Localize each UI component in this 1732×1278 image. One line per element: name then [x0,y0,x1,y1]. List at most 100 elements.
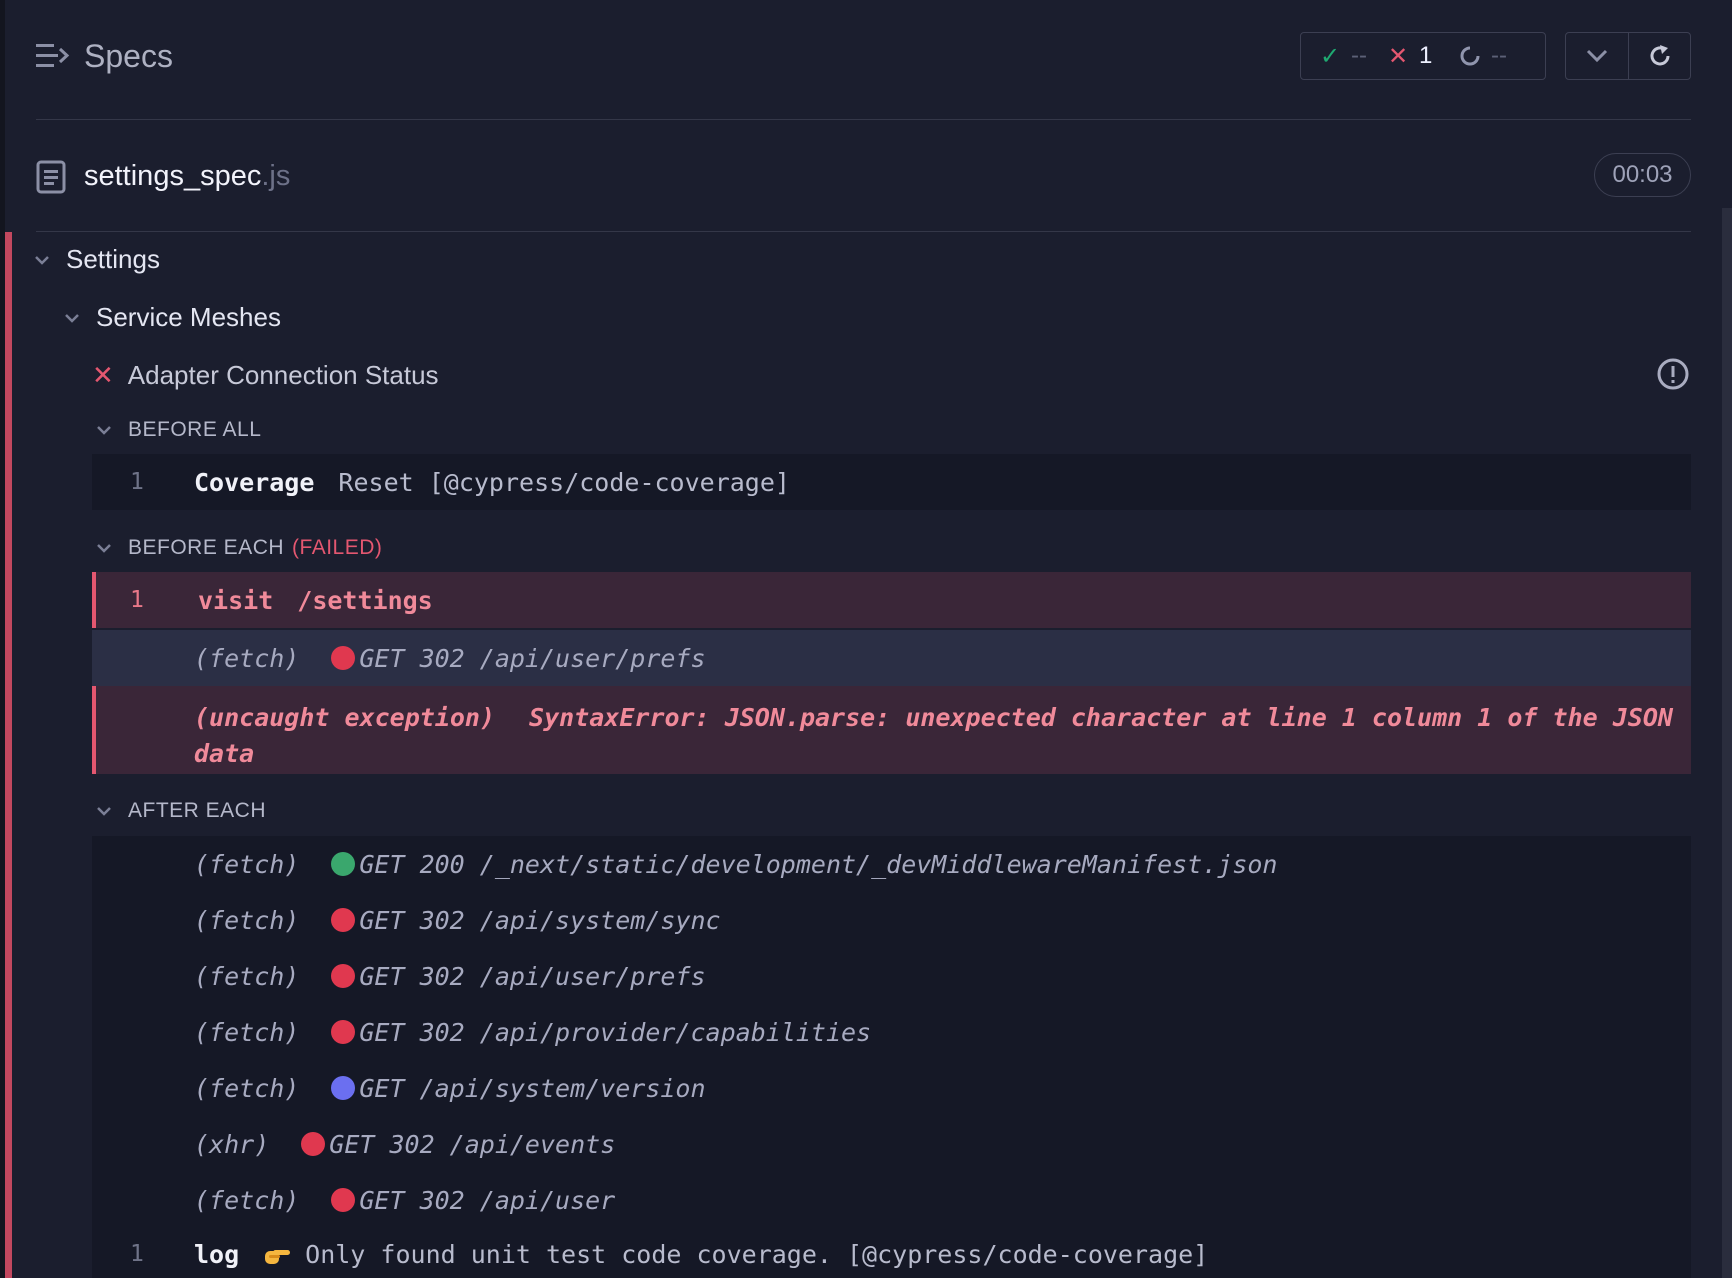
command-xhr[interactable]: (xhr) GET 302 /api/events [92,1116,1691,1172]
chevron-down-icon [97,426,111,435]
command-message: Only found unit test code coverage. [@cy… [305,1239,1209,1269]
request-kind: (xhr) [194,1129,270,1159]
pointing-hand-icon [265,1249,291,1264]
command-uncaught-exception[interactable]: (uncaught exception) SyntaxError: JSON.pa… [92,686,1691,774]
command-message: Reset [@cypress/code-coverage] [338,467,790,497]
hook-after-each[interactable]: AFTER EACH [96,799,266,823]
rerun-button[interactable] [1628,33,1690,79]
request-text: GET 302 /api/provider/capabilities [359,1017,872,1047]
request-text: GET 302 /api/user [359,1185,616,1215]
command-name: log Only found unit test code coverage. [… [194,1240,1208,1269]
pending-circle-icon [1460,46,1480,66]
command-number: 1 [130,469,144,495]
request-kind: (fetch) [194,1073,300,1103]
scrollbar-track[interactable] [1722,208,1732,1278]
network-request: (fetch) GET /api/system/version [194,1074,706,1103]
suite-service-meshes[interactable]: Service Meshes [64,302,281,333]
test-adapter-connection-status[interactable]: ✕ Adapter Connection Status [92,360,439,391]
status-dot-icon [331,1188,356,1212]
hook-title: BEFORE EACH (FAILED) [128,536,382,560]
failed-count: 1 [1419,42,1433,69]
spec-duration: 00:03 [1594,153,1691,197]
command-log[interactable]: 1 log Only found unit test code coverage.… [92,1226,1691,1278]
hook-title-text: BEFORE EACH [128,536,285,559]
command-fetch[interactable]: (fetch) GET 302 /api/provider/capabiliti… [92,1004,1691,1060]
command-visit[interactable]: 1 visit/settings [92,572,1691,628]
network-request: (fetch) GET 302 /api/user/prefs [194,962,706,991]
network-request: (fetch) GET 302 /api/provider/capabiliti… [194,1018,871,1047]
command-number: 1 [130,587,144,613]
request-text: GET 302 /api/user/prefs [359,961,706,991]
chevron-down-icon [35,255,49,265]
request-text: GET 200 /_next/static/development/_devMi… [359,849,1278,879]
status-dot-icon [331,852,356,876]
hook-before-all[interactable]: BEFORE ALL [96,418,261,442]
command-message: /settings [297,585,433,615]
file-extension: .js [261,160,291,192]
command-fetch[interactable]: (fetch) GET 302 /api/user [92,1172,1691,1228]
request-kind: (fetch) [194,961,300,991]
spec-file-name[interactable]: settings_spec.js [84,160,290,193]
suite-title: Settings [66,244,160,274]
hook-title: AFTER EACH [128,799,267,822]
network-request: (fetch) GET 302 /api/user/prefs [194,644,706,673]
failed-x-icon: ✕ [92,360,114,390]
check-icon: ✓ [1319,42,1341,70]
command-fetch[interactable]: (fetch) GET 302 /api/user/prefs [92,948,1691,1004]
status-dot-icon [331,1076,356,1100]
request-text: GET /api/system/version [359,1073,706,1103]
passed-stat: ✓ -- [1319,42,1367,70]
spec-file-header: settings_spec.js 00:03 [36,120,1691,232]
page-title[interactable]: Specs [84,38,173,75]
command-name-text: visit [198,585,274,615]
request-text: GET 302 /api/system/sync [359,905,721,935]
command-name: Coverage Reset [@cypress/code-coverage] [194,468,790,497]
test-title: Adapter Connection Status [127,360,439,390]
hook-before-each[interactable]: BEFORE EACH (FAILED) [96,536,382,560]
command-number: 1 [130,1241,144,1267]
status-dot-icon [331,908,356,932]
command-fetch[interactable]: (fetch) GET 302 /api/system/sync [92,892,1691,948]
reporter-controls [1565,32,1691,80]
exception-kind: (uncaught exception) [194,703,496,732]
network-request: (fetch) GET 200 /_next/static/developmen… [194,850,1278,879]
status-dot-icon [331,646,356,670]
status-dot-icon [301,1132,326,1156]
chevron-down-icon [65,313,79,323]
request-kind: (fetch) [194,849,300,879]
reporter-header: Specs ✓ -- ✕ 1 -- [36,0,1691,120]
command-fetch[interactable]: (fetch) GET 200 /_next/static/developmen… [92,836,1691,892]
chevron-down-icon [97,544,111,553]
status-dot-icon [331,964,356,988]
command-coverage[interactable]: 1 Coverage Reset [@cypress/code-coverage] [92,454,1691,510]
command-fetch[interactable]: (fetch) GET 302 /api/user/prefs [92,630,1691,686]
command-name: visit/settings [198,586,433,615]
command-name-text: Coverage [194,467,315,497]
test-stats: ✓ -- ✕ 1 -- [1300,32,1546,80]
status-dot-icon [331,1020,356,1044]
failed-stat: ✕ 1 [1387,42,1432,70]
network-request: (xhr) GET 302 /api/events [194,1130,615,1159]
pending-count: -- [1491,42,1507,69]
pending-stat: -- [1459,42,1507,70]
exception-text: (uncaught exception) SyntaxError: JSON.pa… [194,700,1674,772]
toggle-specs-icon[interactable] [36,42,70,70]
passed-count: -- [1351,42,1367,69]
refresh-icon [1650,45,1669,66]
suite-title: Service Meshes [96,302,281,332]
hook-title: BEFORE ALL [128,418,262,441]
suite-settings[interactable]: Settings [34,244,160,275]
request-text: GET 302 /api/user/prefs [359,643,706,673]
x-icon: ✕ [1387,42,1409,70]
chevron-down-icon [1586,49,1608,63]
request-text: GET 302 /api/events [329,1129,616,1159]
document-icon [36,160,66,194]
network-request: (fetch) GET 302 /api/system/sync [194,906,721,935]
collapse-all-button[interactable] [1566,33,1628,79]
command-fetch[interactable]: (fetch) GET /api/system/version [92,1060,1691,1116]
hook-failed-badge: (FAILED) [292,536,383,559]
exclamation-circle-icon[interactable] [1656,357,1690,391]
request-kind: (fetch) [194,1017,300,1047]
command-name-text: log [194,1239,240,1269]
chevron-down-icon [97,807,111,816]
